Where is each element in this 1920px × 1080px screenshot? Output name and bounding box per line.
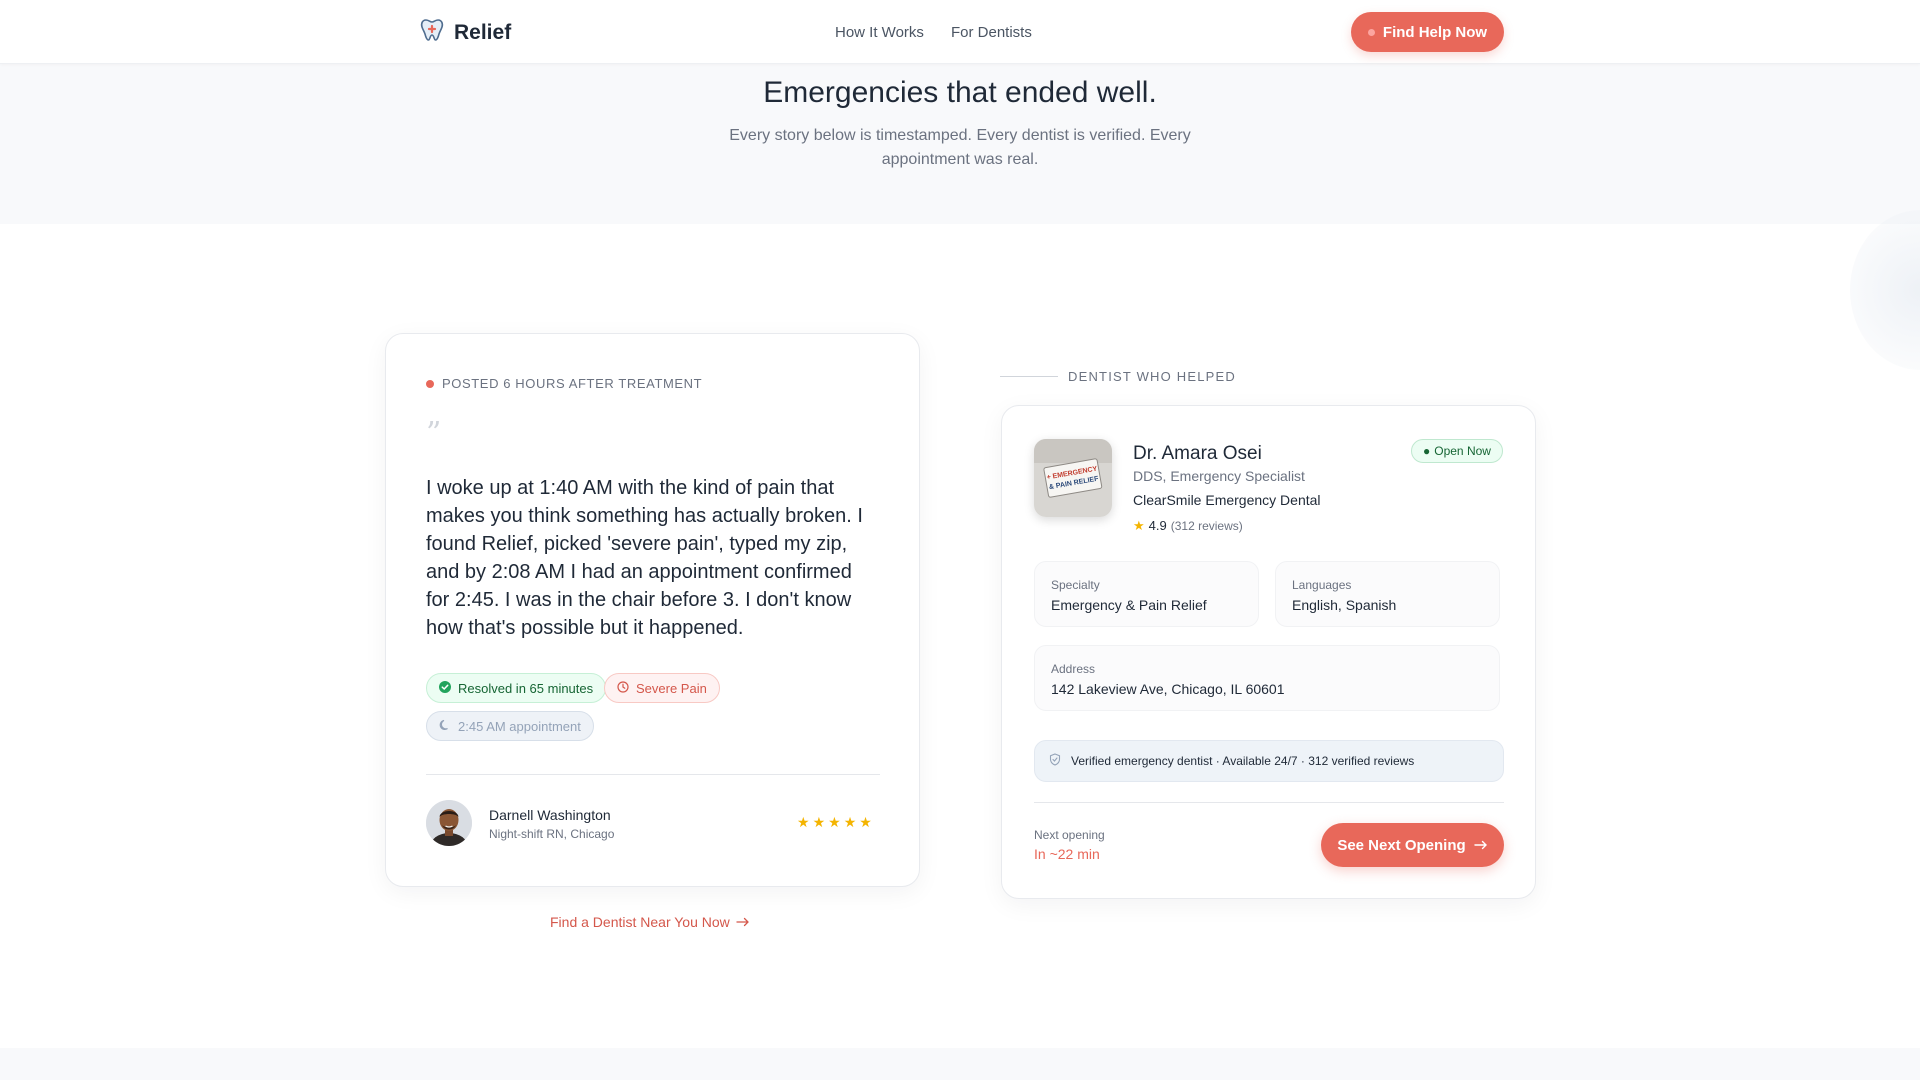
top-navigation-bar: Relief How It Works For Dentists Find He… bbox=[0, 0, 1920, 64]
next-opening-label: Next opening bbox=[1034, 828, 1105, 842]
moon-icon bbox=[439, 719, 451, 734]
arrow-right-icon bbox=[1473, 837, 1488, 854]
footer-band bbox=[0, 1048, 1920, 1080]
languages-label: Languages bbox=[1292, 578, 1352, 592]
star-icon: ★ bbox=[843, 814, 857, 830]
find-help-now-label: Find Help Now bbox=[1382, 23, 1488, 41]
divider bbox=[426, 774, 880, 775]
dentist-section-title: DENTIST WHO HELPED bbox=[1068, 369, 1236, 384]
severity-label: Severe Pain bbox=[636, 680, 707, 696]
tooth-logo-icon bbox=[420, 18, 444, 47]
star-rating: ★ ★ ★ ★ ★ bbox=[797, 815, 872, 829]
languages-value: English, Spanish bbox=[1292, 597, 1397, 613]
posted-text: POSTED 6 HOURS AFTER TREATMENT bbox=[442, 376, 703, 391]
find-help-now-button[interactable]: Find Help Now bbox=[1351, 12, 1504, 52]
address-value: 142 Lakeview Ave, Chicago, IL 60601 bbox=[1051, 681, 1285, 697]
check-circle-icon bbox=[439, 680, 451, 696]
status-dot-icon: ● bbox=[1423, 444, 1431, 458]
star-icon: ★ bbox=[797, 814, 810, 830]
resolved-label: Resolved in 65 minutes bbox=[458, 680, 594, 696]
arrow-right-icon bbox=[736, 914, 750, 930]
clock-icon bbox=[617, 680, 629, 696]
address-label: Address bbox=[1051, 662, 1096, 676]
dentist-section-label: DENTIST WHO HELPED bbox=[1000, 369, 1236, 384]
next-opening-value: In ~22 min bbox=[1034, 846, 1100, 862]
star-icon: ★ bbox=[812, 814, 826, 830]
appointment-label: 2:45 AM appointment bbox=[458, 718, 581, 734]
star-icon: ★ bbox=[1133, 517, 1145, 533]
review-count: (312 reviews) bbox=[1170, 518, 1243, 533]
dentist-title: DDS, Emergency Specialist bbox=[1133, 468, 1305, 484]
pulse-dot-icon bbox=[1367, 28, 1375, 36]
dentist-name: Dr. Amara Osei bbox=[1133, 443, 1262, 464]
resolved-badge: Resolved in 65 minutes bbox=[426, 673, 607, 703]
specialty-box: Specialty Emergency & Pain Relief bbox=[1034, 561, 1259, 627]
specialty-label: Specialty bbox=[1051, 578, 1100, 592]
page-subtitle: Every story below is timestamped. Every … bbox=[729, 127, 1191, 168]
dentist-card: + EMERGENCY & PAIN RELIEF Dr. Amara Osei… bbox=[1001, 405, 1536, 899]
star-icon: ★ bbox=[828, 814, 841, 830]
find-dentist-label: Find a Dentist Near You Now bbox=[550, 914, 730, 930]
shield-icon bbox=[1049, 753, 1061, 769]
severity-badge: Severe Pain bbox=[604, 673, 720, 703]
brand-logo[interactable]: Relief bbox=[420, 18, 511, 47]
see-next-opening-label: See Next Opening bbox=[1337, 836, 1466, 854]
appointment-badge: 2:45 AM appointment bbox=[426, 711, 594, 741]
specialty-value: Emergency & Pain Relief bbox=[1051, 597, 1207, 613]
page-title: Emergencies that ended well. bbox=[763, 76, 1157, 109]
testimonial-card: POSTED 6 HOURS AFTER TREATMENT ” I woke … bbox=[385, 333, 920, 887]
verified-banner: Verified emergency dentist · Available 2… bbox=[1034, 740, 1504, 782]
address-box: Address 142 Lakeview Ave, Chicago, IL 60… bbox=[1034, 645, 1500, 711]
brand-name: Relief bbox=[454, 20, 512, 44]
nav-how-it-works[interactable]: How It Works bbox=[835, 24, 924, 41]
quote-mark-icon: ” bbox=[426, 416, 442, 451]
clinic-photo: + EMERGENCY & PAIN RELIEF bbox=[1034, 439, 1112, 517]
posted-timestamp: POSTED 6 HOURS AFTER TREATMENT bbox=[426, 376, 702, 391]
open-status-badge: ● Open Now bbox=[1411, 439, 1503, 463]
nav-for-dentists[interactable]: For Dentists bbox=[951, 24, 1032, 41]
divider bbox=[1034, 802, 1504, 803]
open-status-label: Open Now bbox=[1434, 444, 1491, 458]
verified-text: Verified emergency dentist · Available 2… bbox=[1071, 754, 1415, 768]
rating-value: 4.9 bbox=[1148, 518, 1167, 533]
star-icon: ★ bbox=[859, 814, 872, 830]
label-line bbox=[1000, 376, 1058, 377]
author-name: Darnell Washington bbox=[489, 807, 611, 823]
clinic-name: ClearSmile Emergency Dental bbox=[1133, 492, 1321, 508]
languages-box: Languages English, Spanish bbox=[1275, 561, 1500, 627]
status-dot-icon bbox=[426, 379, 434, 388]
find-dentist-link[interactable]: Find a Dentist Near You Now bbox=[550, 914, 750, 930]
author-role: Night-shift RN, Chicago bbox=[489, 827, 615, 841]
testimonial-text: I woke up at 1:40 AM with the kind of pa… bbox=[426, 477, 863, 639]
see-next-opening-button[interactable]: See Next Opening bbox=[1321, 823, 1504, 867]
dentist-rating: ★ 4.9 (312 reviews) bbox=[1133, 518, 1243, 533]
decorative-glow bbox=[1850, 210, 1920, 370]
author-avatar bbox=[426, 800, 472, 846]
